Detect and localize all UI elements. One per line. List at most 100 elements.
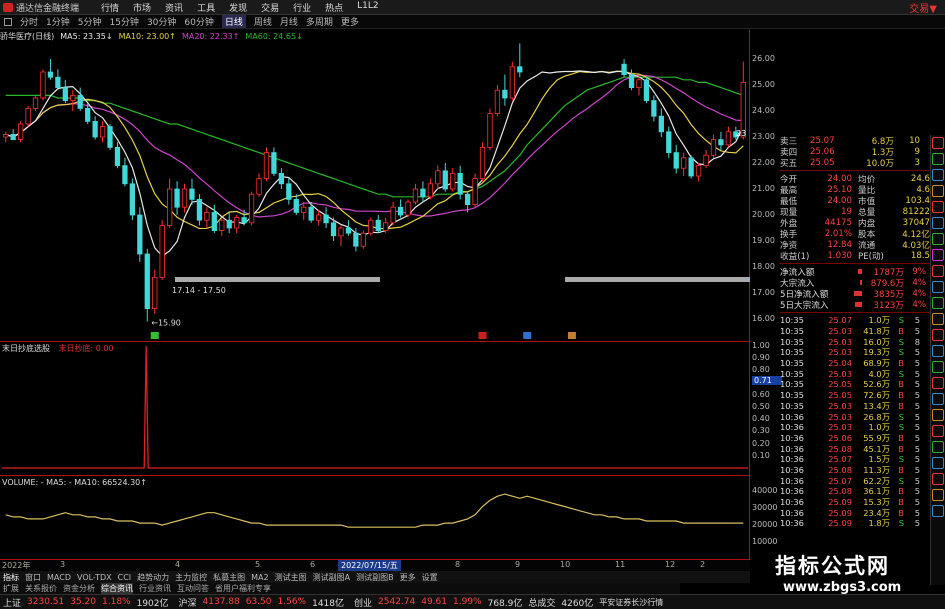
candle-body <box>248 193 255 224</box>
side-tool-icon[interactable] <box>932 473 944 485</box>
index-name: 沪深 <box>178 598 197 609</box>
indicator-tab[interactable]: 设置 <box>422 572 438 583</box>
side-tool-icon[interactable] <box>932 457 944 469</box>
menu-item[interactable]: 资讯 <box>165 1 183 14</box>
side-tool-icon[interactable] <box>932 217 944 229</box>
tick-side: S <box>898 422 904 433</box>
stat-value: 19 <box>841 206 852 217</box>
candle-body <box>509 66 515 99</box>
side-tool-icon[interactable] <box>932 233 944 245</box>
side-tool-icon[interactable] <box>932 441 944 453</box>
candle-body <box>308 206 314 221</box>
period-tab[interactable]: 多周期 <box>306 15 333 28</box>
tick-time: 10:35 <box>780 379 804 390</box>
menu-item[interactable]: 市场 <box>133 1 151 14</box>
indicator-tab[interactable]: 主力监控 <box>175 572 207 583</box>
period-tab[interactable]: 30分钟 <box>147 15 176 28</box>
period-tab[interactable]: 周线 <box>254 15 272 28</box>
side-tool-icon[interactable] <box>932 169 944 181</box>
side-tool-icon[interactable] <box>932 137 944 149</box>
indicator-tab[interactable]: 更多 <box>400 572 416 583</box>
menu-item[interactable]: 发现 <box>229 1 247 14</box>
period-tab[interactable]: 60分钟 <box>184 15 213 28</box>
menu-item[interactable]: 交易 <box>261 1 279 14</box>
tick-count: 5 <box>914 443 920 454</box>
period-tab[interactable]: 更多 <box>341 15 359 28</box>
side-tool-icon[interactable] <box>932 329 944 341</box>
indicator-tab[interactable]: 测试副图A <box>313 572 350 583</box>
volume-chart[interactable] <box>0 478 750 558</box>
total-volume-value: 4260亿 <box>561 598 594 609</box>
side-tool-icon[interactable] <box>932 153 944 165</box>
tick-price: 25.03 <box>828 411 852 422</box>
side-tool-icon[interactable] <box>932 409 944 421</box>
toolbar-icon[interactable] <box>4 17 12 26</box>
candlestick-chart[interactable]: ←15.90 17.14 - 17.50 23 <box>0 42 750 340</box>
extension-tab[interactable]: 综合资讯 <box>101 583 133 594</box>
menu-item[interactable]: 工具 <box>197 1 215 14</box>
indicator-tab[interactable]: 私募主图 <box>213 572 245 583</box>
extension-tab[interactable]: 互动问答 <box>177 583 209 594</box>
candle-body <box>643 79 650 101</box>
menu-item[interactable]: 行情 <box>101 1 119 14</box>
extension-tab[interactable]: 省用户福利专享 <box>215 583 271 594</box>
tick-side: B <box>898 443 904 454</box>
side-tool-icon[interactable] <box>932 361 944 373</box>
indicator-tab[interactable]: 趋势动力 <box>137 572 169 583</box>
indicator-tab[interactable]: VOL-TDX <box>77 573 112 582</box>
stat-value: 81222 <box>902 206 930 217</box>
indicator-tab[interactable]: 测试主图 <box>275 572 307 583</box>
trade-menu-button[interactable]: 交易▼ <box>909 0 937 15</box>
side-tool-icon[interactable] <box>932 505 944 517</box>
index-name: 创业 <box>354 598 373 609</box>
indicator-tab[interactable]: MA2 <box>251 573 268 582</box>
indicator-chart[interactable] <box>0 342 750 474</box>
app-title: 通达信金融终端 <box>16 3 80 14</box>
indicator-tab[interactable]: 指标 <box>3 572 19 583</box>
indicator-tab[interactable]: 窗口 <box>25 572 41 583</box>
side-tool-icon[interactable] <box>932 313 944 325</box>
period-tab[interactable]: 1分钟 <box>46 15 70 28</box>
candle-body <box>718 139 724 146</box>
side-tool-icon[interactable] <box>932 393 944 405</box>
period-tab[interactable]: 5分钟 <box>78 15 102 28</box>
candle-body <box>47 71 54 78</box>
indicator-tab[interactable]: MACD <box>47 573 71 582</box>
flow-bar-fill <box>860 280 862 285</box>
period-tab[interactable]: 日线 <box>221 15 246 28</box>
candle-body <box>286 183 292 200</box>
side-tool-icon[interactable] <box>932 297 944 309</box>
side-tool-icon[interactable] <box>932 201 944 213</box>
side-tool-icon[interactable] <box>932 345 944 357</box>
side-tool-icon[interactable] <box>932 265 944 277</box>
index-pct: 1.99% <box>453 597 482 607</box>
period-tab[interactable]: 月线 <box>280 15 298 28</box>
flow-value: 3123万 <box>873 300 904 311</box>
menu-item[interactable]: 行业 <box>293 1 311 14</box>
side-tool-icon[interactable] <box>932 185 944 197</box>
index-amount: 1418亿 <box>312 598 344 609</box>
menu-item[interactable]: L1L2 <box>357 1 378 14</box>
extension-tab[interactable]: 行业资讯 <box>139 583 171 594</box>
candle-body <box>464 193 471 205</box>
level-count: 9 <box>914 146 920 157</box>
indicator-tab[interactable]: 测试副图B <box>356 572 394 583</box>
extension-tab[interactable]: 资金分析 <box>63 583 95 594</box>
menu-item[interactable]: 热点 <box>325 1 343 14</box>
side-tool-icon[interactable] <box>932 377 944 389</box>
candle-body <box>204 211 210 221</box>
side-tool-icon[interactable] <box>932 489 944 501</box>
indicator-axis-label: 0.71 <box>752 376 782 386</box>
total-volume-label: 总成交 <box>528 598 556 609</box>
side-tool-icon[interactable] <box>932 249 944 261</box>
indicator-axis-label: 0.30 <box>752 426 770 436</box>
side-tool-icon[interactable] <box>932 425 944 437</box>
tick-time: 10:36 <box>780 422 804 433</box>
extension-tab[interactable]: 关系报价 <box>25 583 57 594</box>
side-tool-icon[interactable] <box>932 281 944 293</box>
extension-tab[interactable]: 扩展 <box>3 583 19 594</box>
period-tab[interactable]: 15分钟 <box>109 15 138 28</box>
period-tab[interactable]: 分时 <box>20 15 38 28</box>
indicator-tab[interactable]: CCI <box>118 573 132 582</box>
stat-value: 44175 <box>824 217 852 228</box>
